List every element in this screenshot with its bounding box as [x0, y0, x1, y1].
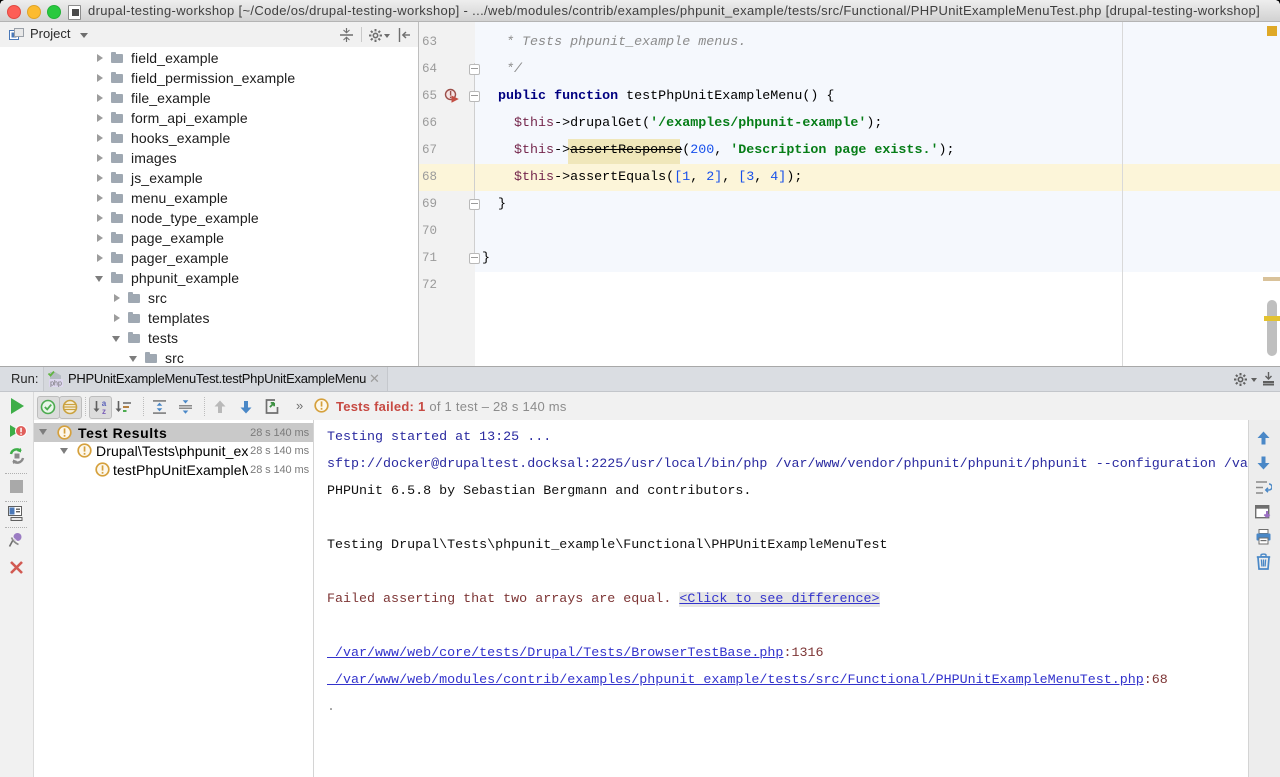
svg-text:php: php	[50, 381, 62, 388]
svg-text:z: z	[102, 407, 106, 415]
